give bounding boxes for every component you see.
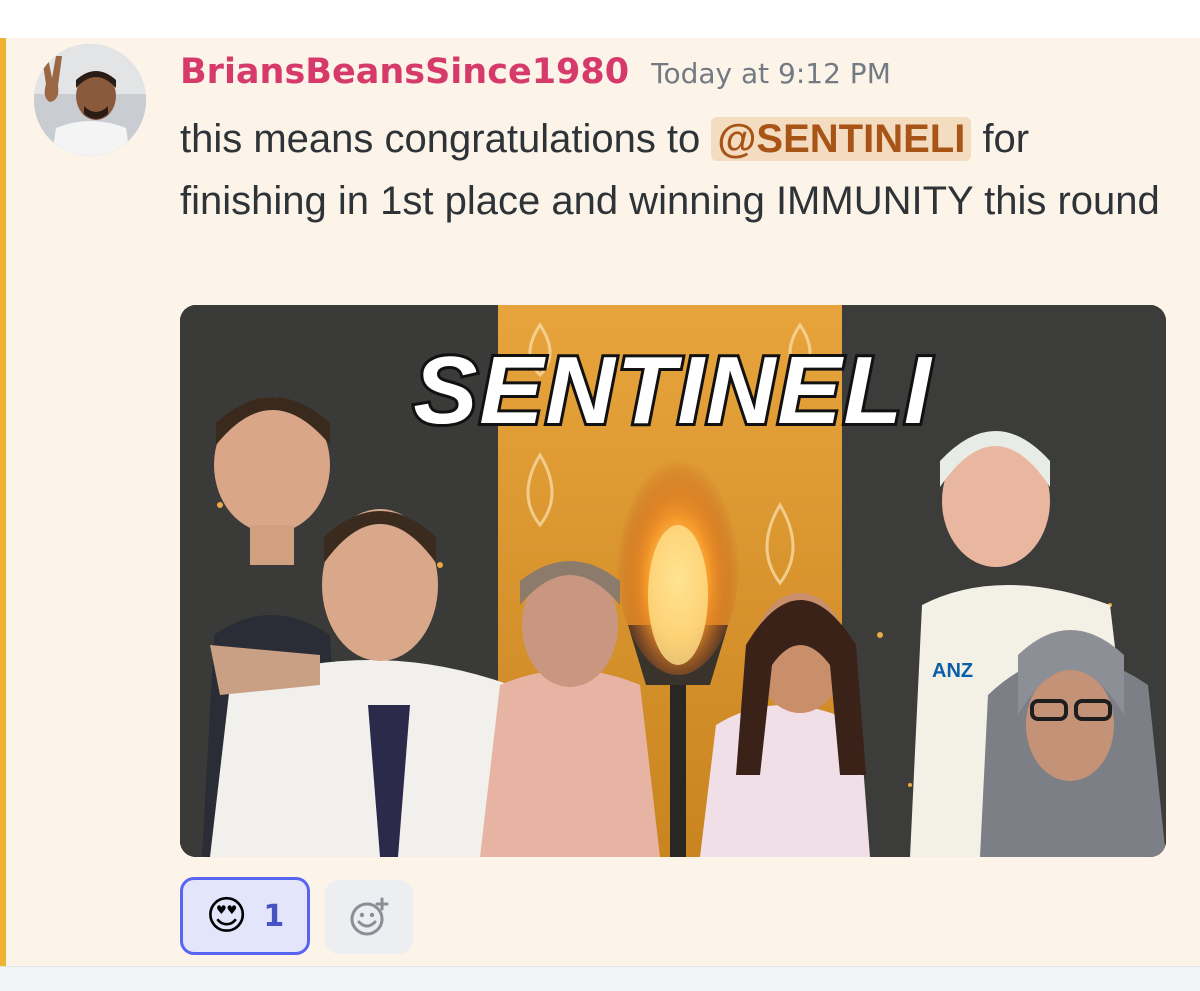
message-header: BriansBeansSince1980 Today at 9:12 PM [180,52,891,102]
reaction-button[interactable]: 😍 1 [180,877,310,955]
image-attachment[interactable]: ANZ SENTINELI [180,305,1166,857]
shirt-logo: ANZ [932,660,973,682]
add-reaction-icon [350,897,389,936]
message-text: this means congratulations to [180,117,712,161]
heart-eyes-emoji-icon: 😍 [205,893,248,939]
avatar[interactable] [34,44,146,156]
shirt-logo-text: ANZ [932,660,973,682]
user-mention[interactable]: @SENTINELI [711,117,972,161]
reaction-count: 1 [263,898,285,934]
bottom-strip [0,966,1200,991]
author-username[interactable]: BriansBeansSince1980 [180,52,629,92]
top-strip [0,0,1200,38]
message-content: this means congratulations to @SENTINELI… [180,108,1170,232]
poster-title: SENTINELI [413,337,933,444]
message-timestamp: Today at 9:12 PM [651,57,891,90]
avatar-image [34,44,146,156]
add-reaction-button[interactable] [325,880,413,954]
cast-poster-image: ANZ SENTINELI [180,305,1166,857]
